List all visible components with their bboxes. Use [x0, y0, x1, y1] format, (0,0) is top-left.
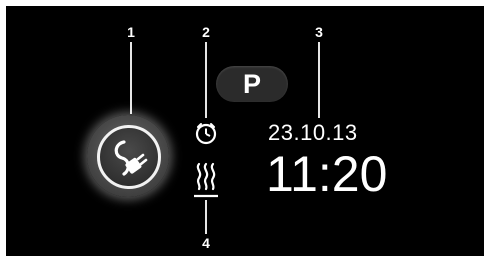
callout-2: 2 — [202, 24, 210, 40]
clock-icon — [195, 123, 217, 145]
date-display: 23.10.13 — [268, 120, 358, 145]
plug-icon — [114, 140, 148, 176]
charging-button[interactable] — [87, 115, 169, 197]
callout-4: 4 — [202, 235, 210, 251]
park-indicator: P — [216, 66, 288, 102]
callout-1: 1 — [127, 24, 135, 40]
leader-line-1 — [130, 42, 132, 114]
timer-button[interactable] — [193, 120, 219, 146]
leader-line-4 — [205, 200, 207, 234]
display-screen — [6, 6, 484, 256]
leader-line-2 — [205, 42, 207, 118]
heat-icon — [194, 162, 218, 198]
time-display: 11:20 — [266, 146, 388, 202]
charging-button-ring — [97, 125, 161, 189]
heating-button[interactable] — [193, 160, 219, 200]
leader-line-3 — [318, 42, 320, 118]
callout-3: 3 — [315, 24, 323, 40]
